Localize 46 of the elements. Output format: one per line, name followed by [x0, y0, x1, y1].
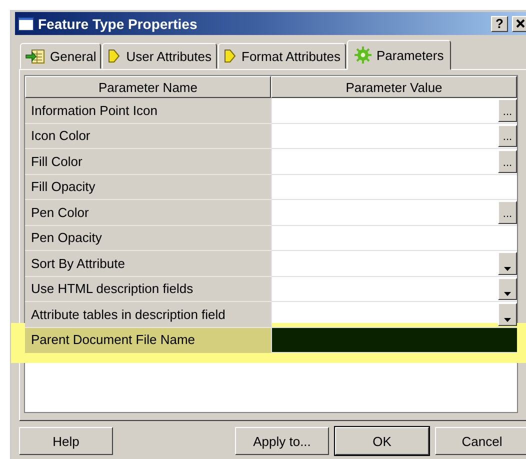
tag-icon [222, 48, 237, 64]
dropdown-button[interactable] [498, 252, 517, 274]
column-header[interactable]: Parameter Value [271, 76, 517, 98]
close-button[interactable] [512, 16, 526, 32]
column-header[interactable]: Parameter Name [25, 76, 271, 98]
dialog-button[interactable]: OK [335, 427, 429, 455]
value-field[interactable]: ... [271, 200, 517, 226]
dialog-button[interactable]: Help [19, 427, 113, 455]
table-arrow-icon [25, 48, 45, 64]
parameter-name: Pen Opacity [25, 226, 271, 251]
ellipsis-button[interactable]: ... [498, 201, 517, 224]
window-icon [18, 16, 34, 30]
parameter-name: Parent Document File Name [25, 328, 271, 353]
value-field[interactable] [271, 174, 517, 200]
tag-icon [107, 48, 122, 64]
tab[interactable]: General [20, 43, 102, 69]
dropdown-button[interactable] [498, 278, 517, 300]
parameter-name: Fill Color [25, 149, 271, 174]
ellipsis-button[interactable]: ... [498, 150, 517, 172]
parameter-name: Use HTML description fields [25, 276, 271, 302]
ellipsis-button[interactable]: ... [498, 124, 517, 147]
help-button[interactable]: ? [491, 16, 508, 32]
parameter-name: Pen Color [25, 200, 271, 226]
value-field[interactable]: ... [271, 98, 517, 124]
tab[interactable]: Format Attributes [218, 43, 346, 69]
dialog-button[interactable]: Apply to... [235, 427, 329, 455]
value-field[interactable] [271, 328, 517, 353]
parameter-name: Icon Color [25, 124, 271, 149]
caret-icon [504, 266, 511, 270]
value-field[interactable] [271, 226, 517, 251]
ellipsis-button[interactable]: ... [498, 99, 517, 122]
tab[interactable]: User Attributes [102, 43, 217, 69]
window-title: Feature Type Properties [38, 16, 198, 32]
dialog-button[interactable]: Cancel [435, 427, 526, 455]
close-icon [516, 19, 525, 28]
dropdown-button[interactable] [498, 303, 517, 326]
value-field[interactable]: ... [271, 149, 517, 174]
parameter-name: Sort By Attribute [25, 251, 271, 276]
parameter-name: Fill Opacity [25, 174, 271, 200]
parameter-name: Information Point Icon [25, 98, 271, 124]
value-field[interactable] [271, 276, 517, 302]
tab[interactable]: Parameters [346, 40, 451, 70]
caret-icon [504, 292, 511, 296]
value-field[interactable]: ... [271, 124, 517, 149]
value-field[interactable] [271, 251, 517, 276]
parameter-name: Attribute tables in description field [25, 302, 271, 328]
